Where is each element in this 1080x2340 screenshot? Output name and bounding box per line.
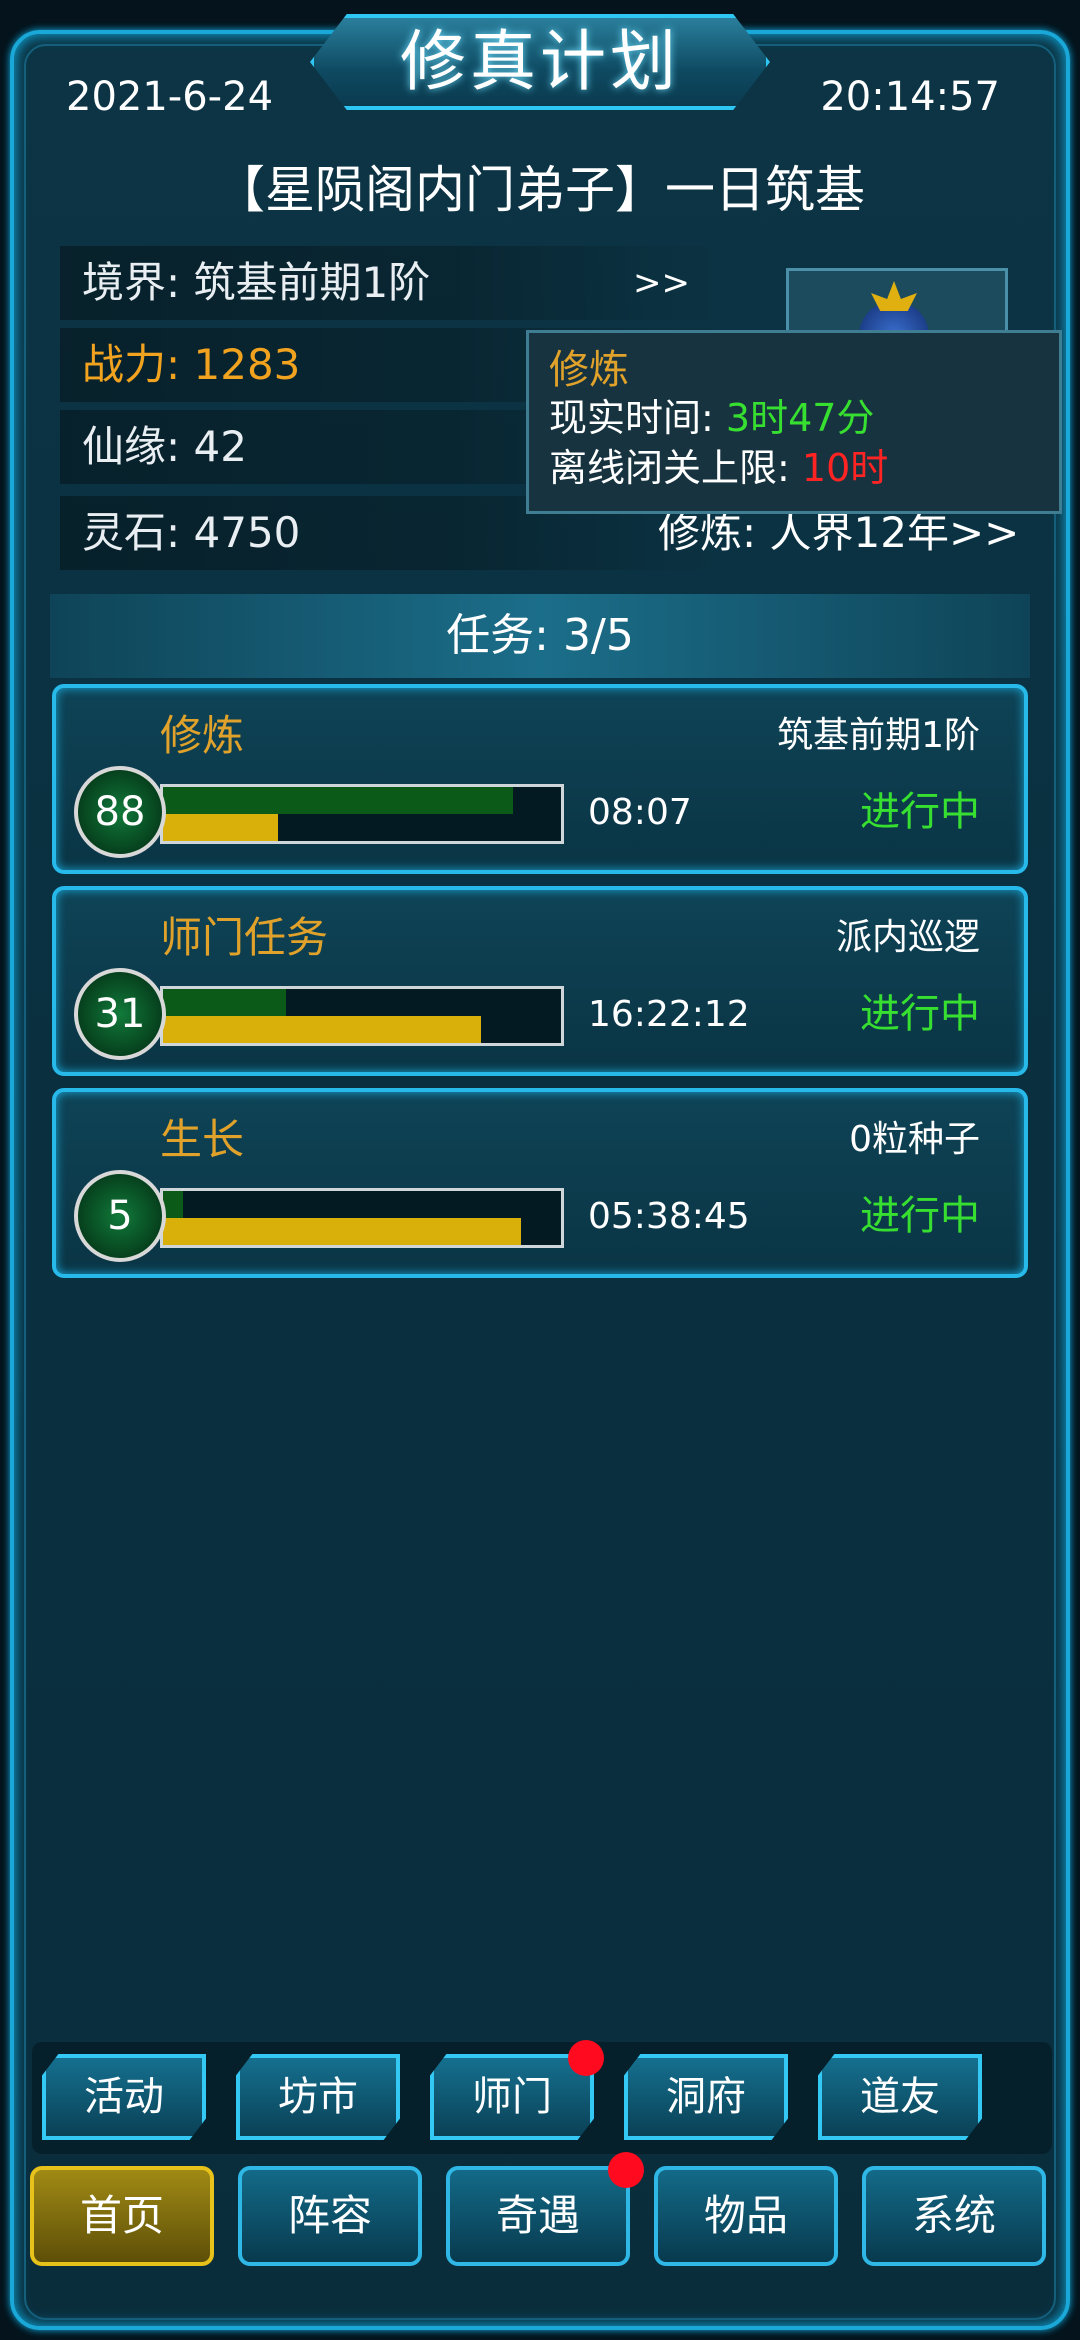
page-title: 修真计划	[400, 23, 680, 100]
nav-home[interactable]: 首页	[30, 2166, 214, 2266]
task-status: 进行中	[860, 1193, 980, 1239]
task-progress-green	[163, 787, 514, 814]
task-name: 师门任务	[160, 913, 329, 962]
nav-items[interactable]: 物品	[654, 2166, 838, 2266]
task-status: 进行中	[860, 991, 980, 1037]
tooltip-title: 修炼	[549, 347, 629, 393]
cultivation-tooltip: 修炼 现实时间: 3时47分 离线闭关上限: 10时	[526, 330, 1062, 514]
power-label: 战力: 1283	[82, 340, 301, 389]
real-time-value: 3时47分	[725, 396, 875, 440]
nav-lineup[interactable]: 阵容	[238, 2166, 422, 2266]
time-label: 20:14:57	[820, 74, 1000, 120]
nav-encounter[interactable]: 奇遇	[446, 2166, 630, 2266]
offline-limit-value: 10时	[801, 446, 889, 490]
fate-label: 仙缘: 42	[82, 422, 247, 471]
task-name: 生长	[160, 1115, 245, 1164]
task-card-growth[interactable]: 生长 0粒种子 5 05:38:45 进行中	[52, 1088, 1028, 1278]
task-progress-yellow	[163, 1016, 482, 1043]
real-time-label: 现实时间:	[549, 396, 726, 440]
task-count-header: 任务: 3/5	[50, 594, 1030, 678]
task-status: 进行中	[860, 789, 980, 835]
task-progress-green	[163, 989, 287, 1016]
task-level-badge: 88	[74, 766, 166, 858]
task-card-cultivate[interactable]: 修炼 筑基前期1阶 88 08:07 进行中	[52, 684, 1028, 874]
realm-label: 境界: 筑基前期1阶	[82, 258, 431, 307]
tooltip-offline-limit: 离线闭关上限: 10时	[549, 443, 1039, 493]
task-progress-bar	[160, 1188, 564, 1248]
task-progress-bar	[160, 986, 564, 1046]
realm-row[interactable]: 境界: 筑基前期1阶 >>	[60, 246, 720, 320]
secondary-tab-strip: 活动 坊市 师门 洞府 道友	[32, 2042, 1052, 2154]
avatar-crown-icon	[871, 281, 917, 311]
encounter-notification-badge	[608, 2152, 644, 2188]
date-label: 2021-6-24	[66, 74, 274, 120]
tooltip-real-time: 现实时间: 3时47分	[549, 393, 1039, 443]
tab-cave[interactable]: 洞府	[624, 2054, 788, 2140]
task-progress-yellow	[163, 814, 279, 841]
realm-arrow-icon[interactable]: >>	[633, 246, 690, 320]
task-desc: 0粒种子	[849, 1119, 980, 1160]
task-desc: 筑基前期1阶	[777, 715, 980, 756]
tab-friends[interactable]: 道友	[818, 2054, 982, 2140]
avatar[interactable]	[786, 268, 1008, 338]
task-desc: 派内巡逻	[835, 917, 980, 958]
task-name: 修炼	[160, 711, 245, 760]
tab-market[interactable]: 坊市	[236, 2054, 400, 2140]
task-level-badge: 31	[74, 968, 166, 1060]
task-card-sect-mission[interactable]: 师门任务 派内巡逻 31 16:22:12 进行中	[52, 886, 1028, 1076]
offline-limit-label: 离线闭关上限:	[549, 446, 802, 490]
character-title: 【星陨阁内门弟子】一日筑基	[215, 161, 865, 219]
task-level-badge: 5	[74, 1170, 166, 1262]
tab-activity[interactable]: 活动	[42, 2054, 206, 2140]
task-progress-bar	[160, 784, 564, 844]
spirit-stone-label: 灵石: 4750	[82, 508, 301, 557]
task-time: 08:07	[588, 792, 692, 833]
sect-notification-badge	[568, 2040, 604, 2076]
nav-system[interactable]: 系统	[862, 2166, 1046, 2266]
task-time: 05:38:45	[588, 1196, 750, 1237]
task-time: 16:22:12	[588, 994, 750, 1035]
task-progress-yellow	[163, 1218, 522, 1245]
